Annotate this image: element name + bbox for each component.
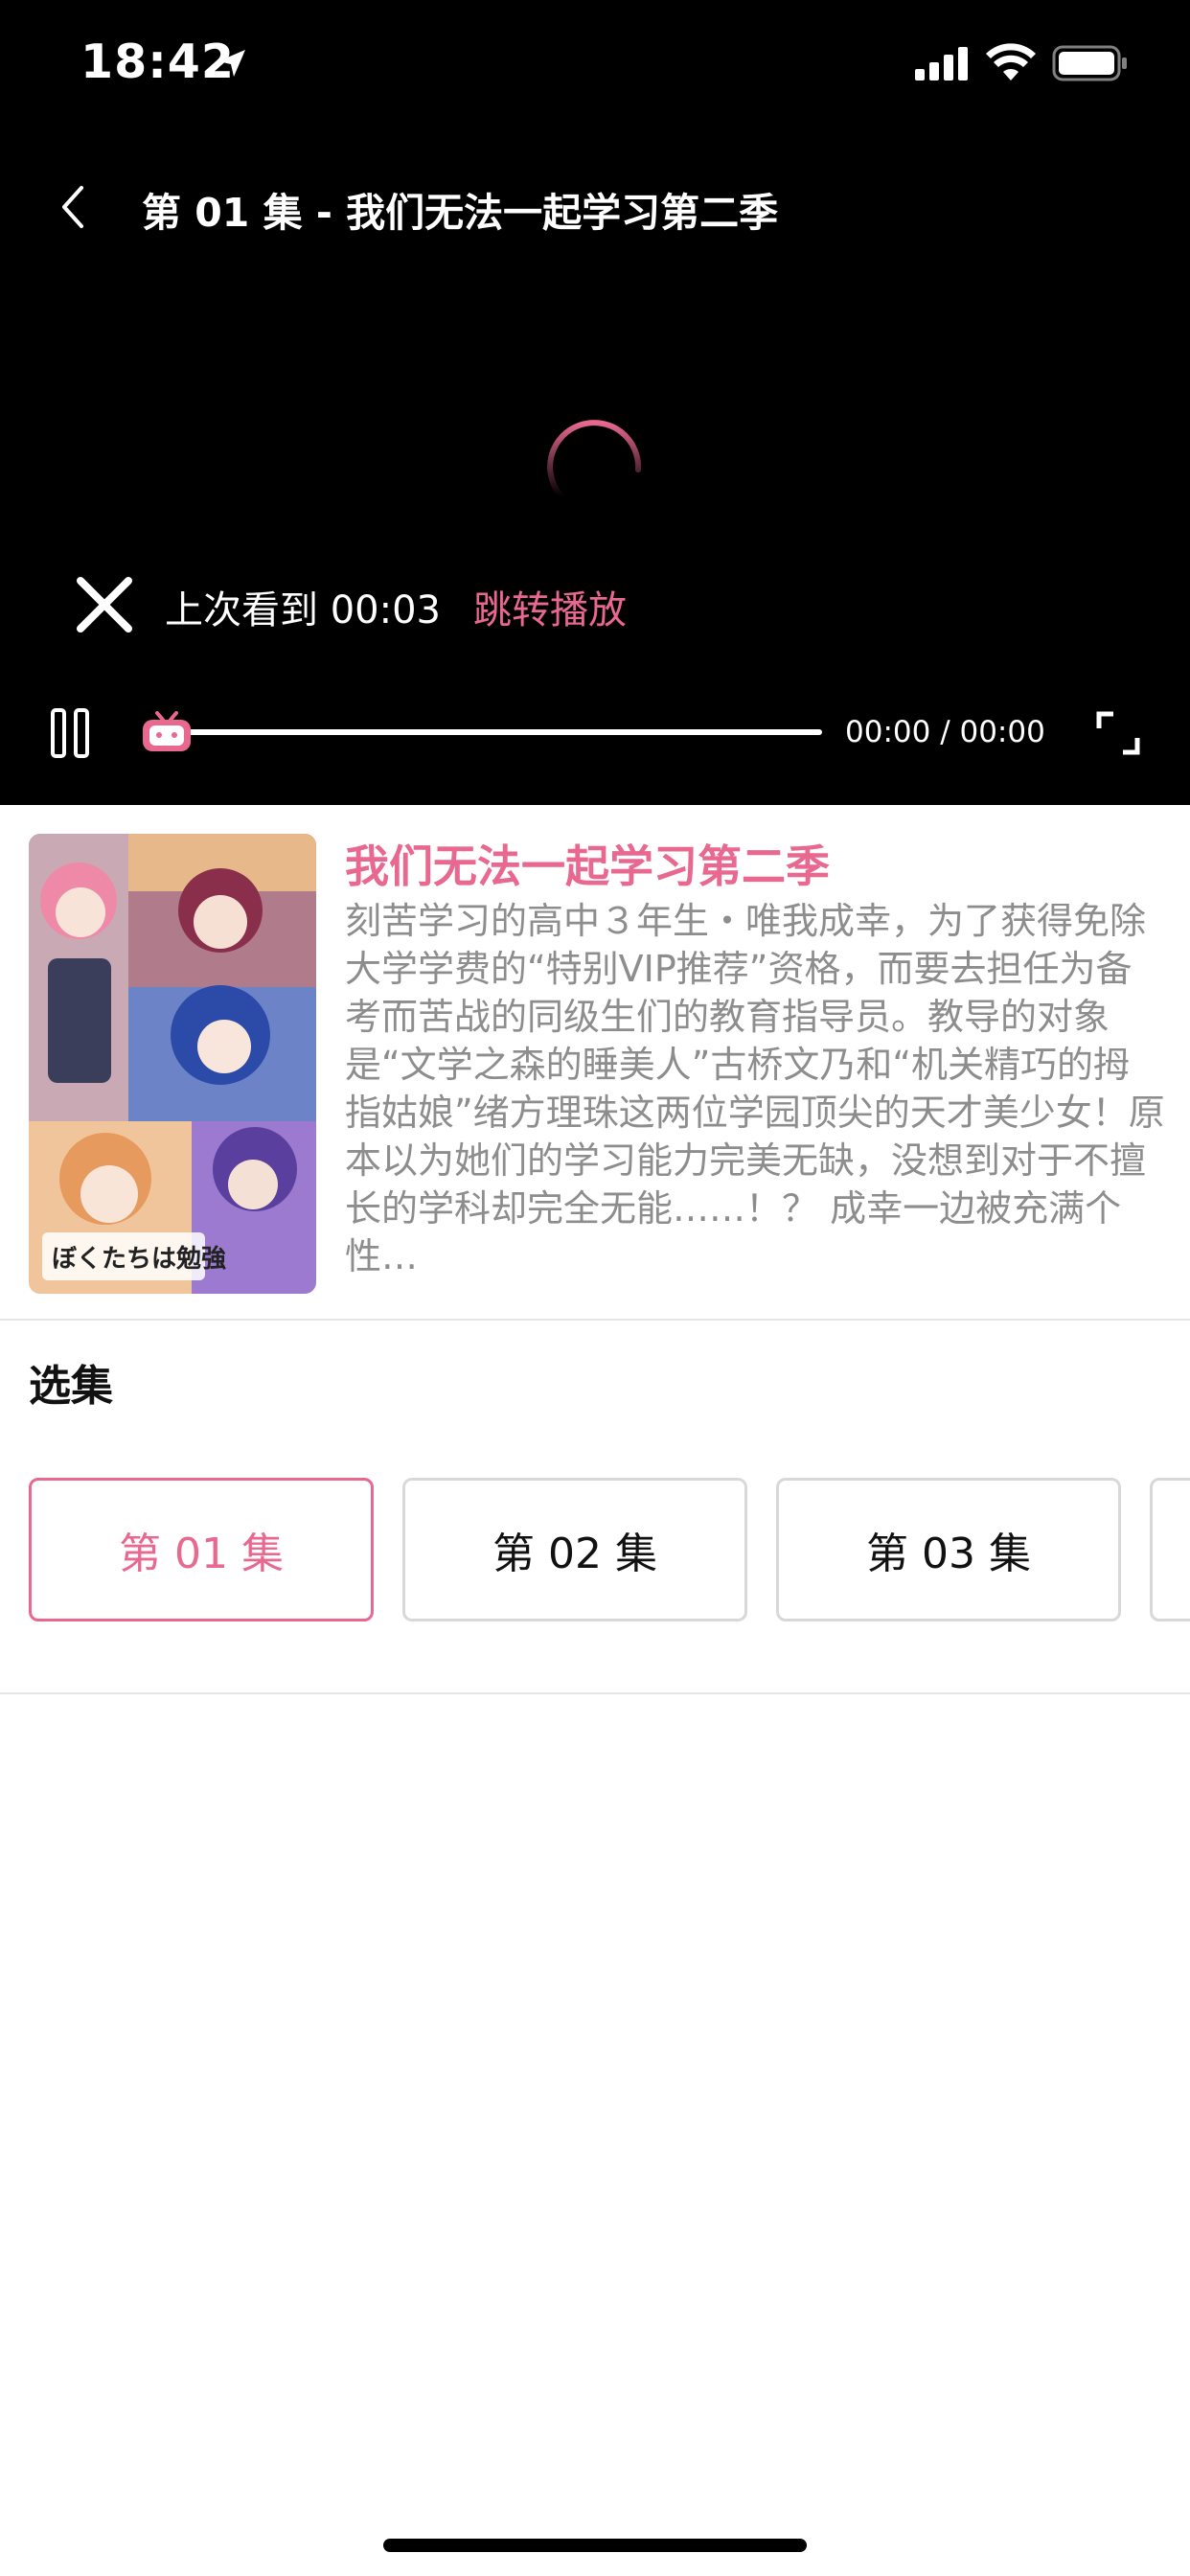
pause-icon[interactable] (50, 707, 90, 759)
jump-to-resume-link[interactable]: 跳转播放 (473, 579, 627, 634)
fullscreen-icon[interactable] (1096, 711, 1140, 755)
wifi-icon (986, 43, 1036, 80)
episode-button-partial[interactable] (1150, 1478, 1190, 1622)
resume-close-button[interactable] (73, 573, 136, 636)
progress-thumb-tv-icon[interactable] (140, 711, 194, 753)
poster-image: ぼくたちは勉強 (29, 834, 316, 1294)
home-indicator[interactable] (383, 2539, 807, 2552)
battery-icon (1052, 45, 1127, 81)
episode-button-03[interactable]: 第 03 集 (776, 1478, 1121, 1622)
episodes-heading: 选集 (29, 1362, 113, 1411)
show-title: 我们无法一起学习第二季 (345, 840, 830, 892)
cellular-signal-icon (915, 47, 968, 80)
chevron-left-icon (62, 186, 83, 228)
location-arrow-icon (218, 50, 245, 77)
time-readout: 00:00 / 00:00 (845, 715, 1045, 749)
show-description[interactable]: 刻苦学习的高中３年生・唯我成幸，为了获得免除大学学费的“特别VIP推荐”资格，而… (345, 897, 1165, 1280)
status-time: 18:42 (80, 34, 235, 89)
back-button[interactable] (46, 178, 98, 236)
episode-button-01[interactable]: 第 01 集 (29, 1478, 374, 1622)
episode-list[interactable]: 第 01 集 第 02 集 第 03 集 (29, 1478, 1190, 1622)
player-title: 第 01 集 - 我们无法一起学习第二季 (142, 190, 779, 236)
status-bar: 18:42 (0, 0, 1190, 126)
divider (0, 1692, 1190, 1694)
loading-spinner-icon (547, 420, 642, 499)
svg-text:ぼくたちは勉強: ぼくたちは勉強 (52, 1245, 226, 1274)
episode-button-02[interactable]: 第 02 集 (402, 1478, 747, 1622)
divider (0, 1319, 1190, 1321)
video-player[interactable]: 18:42 第 01 集 - 我们无法一起学习第二季 上次看到 00:03 跳转… (0, 0, 1190, 805)
resume-text: 上次看到 00:03 (165, 588, 441, 632)
progress-track[interactable] (188, 729, 822, 735)
